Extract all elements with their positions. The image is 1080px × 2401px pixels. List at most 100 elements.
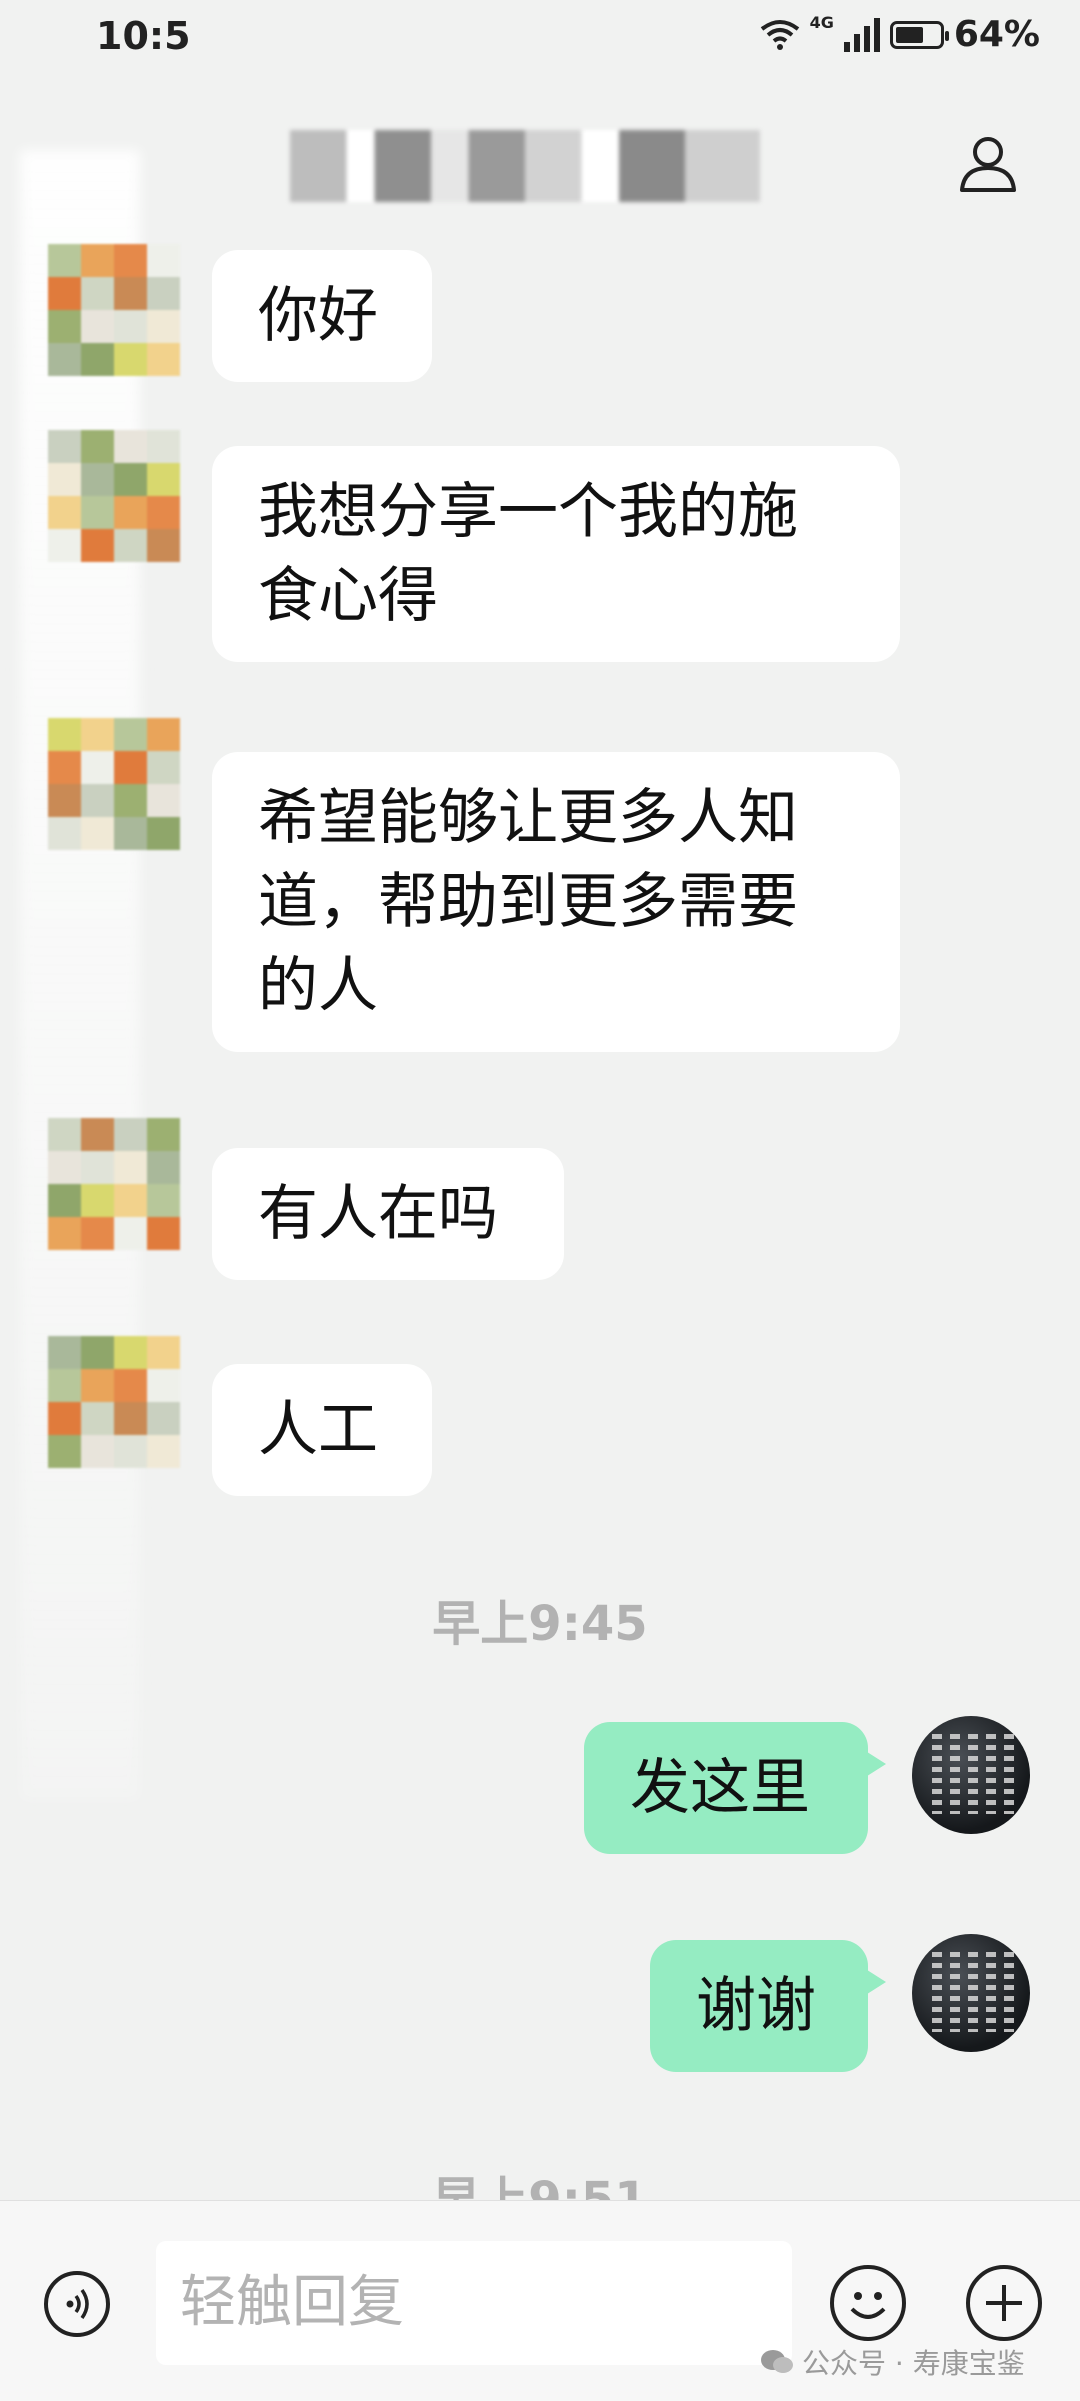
avatar-pixel (81, 817, 114, 850)
avatar[interactable] (48, 1336, 180, 1468)
avatar[interactable] (48, 244, 180, 376)
avatar-pixel (147, 751, 180, 784)
avatar-pixel (48, 1336, 81, 1369)
avatar-pixel (81, 1435, 114, 1468)
voice-icon[interactable] (44, 2271, 110, 2337)
status-icons: 4G 64% (760, 13, 1040, 55)
avatar-pixel (81, 1118, 114, 1151)
avatar-pixel (114, 343, 147, 376)
avatar-pixel (48, 343, 81, 376)
avatar[interactable] (48, 718, 180, 850)
avatar-pixel (114, 718, 147, 751)
avatar-pixel (81, 1151, 114, 1184)
avatar-pixel (48, 244, 81, 277)
avatar-pixel (147, 1435, 180, 1468)
avatar-pixel (81, 718, 114, 751)
my-avatar[interactable] (912, 1934, 1030, 2052)
avatar-pixel (81, 310, 114, 343)
avatar-pixel (114, 1402, 147, 1435)
message-bubble[interactable]: 我想分享一个我的施食心得 (212, 446, 900, 662)
battery-fill (895, 26, 923, 43)
avatar-pixel (147, 310, 180, 343)
avatar-pixel (48, 310, 81, 343)
wechat-icon (761, 2350, 793, 2373)
avatar-pixel (48, 751, 81, 784)
message-text: 谢谢 (696, 1971, 816, 2041)
message-text: 人工 (258, 1395, 378, 1465)
avatar-pixel (48, 529, 81, 562)
my-avatar[interactable] (912, 1716, 1030, 1834)
avatar-pixel (48, 817, 81, 850)
avatar-pixel (114, 1217, 147, 1250)
avatar[interactable] (48, 430, 180, 562)
avatar-pixel (81, 244, 114, 277)
message-text: 你好 (258, 281, 378, 351)
wifi-icon (760, 19, 799, 50)
message-text: 发这里 (630, 1753, 810, 1823)
avatar-pixel (81, 1402, 114, 1435)
avatar-pixel (147, 817, 180, 850)
avatar-pixel (48, 430, 81, 463)
avatar-pixel (147, 430, 180, 463)
avatar-pixel (114, 529, 147, 562)
avatar-pixel (81, 277, 114, 310)
plus-icon[interactable] (966, 2265, 1042, 2341)
avatar-pixel (114, 1118, 147, 1151)
message-text: 我想分享一个我的施食心得 (258, 477, 798, 631)
avatar-pixel (48, 718, 81, 751)
avatar-pixel (147, 784, 180, 817)
avatar-pixel (147, 1336, 180, 1369)
message-input[interactable]: 轻触回复 (156, 2241, 792, 2365)
avatar-pixel (114, 310, 147, 343)
avatar-pixel (114, 1336, 147, 1369)
message-bubble-outgoing[interactable]: 发这里 (584, 1722, 886, 1854)
avatar-pixel (147, 343, 180, 376)
avatar-pixel (48, 1151, 81, 1184)
battery-icon (889, 20, 949, 49)
avatar-pixel (81, 1217, 114, 1250)
message-text: 希望能够让更多人知道，帮助到更多需要的人 (258, 783, 798, 1021)
avatar-pixel (114, 1435, 147, 1468)
avatar-pixel (147, 463, 180, 496)
avatar-pixel (114, 430, 147, 463)
redaction-blur (20, 150, 140, 1800)
avatar-pixel (114, 463, 147, 496)
avatar-pixel (81, 463, 114, 496)
avatar-pixel (48, 496, 81, 529)
message-text: 有人在吗 (258, 1179, 498, 1249)
avatar-pixel (147, 1217, 180, 1250)
chat-title-redacted (290, 130, 760, 202)
avatar-pixel (147, 244, 180, 277)
avatar-pixel (147, 1369, 180, 1402)
watermark-text: 公众号 · 寿康宝鉴 (802, 2347, 1025, 2380)
avatar-pixel (81, 430, 114, 463)
emoji-icon[interactable] (830, 2265, 906, 2341)
timestamp: 早上9:45 (432, 1596, 648, 1652)
avatar-pixel (81, 496, 114, 529)
avatar-pixel (147, 1151, 180, 1184)
avatar-pixel (147, 496, 180, 529)
avatar-pixel (48, 463, 81, 496)
signal-icon (843, 17, 880, 52)
avatar-pixel (147, 718, 180, 751)
avatar[interactable] (48, 1118, 180, 1250)
avatar-pixel (48, 1184, 81, 1217)
avatar-pixel (48, 1435, 81, 1468)
message-bubble[interactable]: 希望能够让更多人知道，帮助到更多需要的人 (212, 752, 900, 1052)
avatar-pixel (147, 1402, 180, 1435)
message-bubble[interactable]: 你好 (212, 250, 432, 382)
message-bubble[interactable]: 有人在吗 (212, 1148, 564, 1280)
avatar-pixel (81, 1184, 114, 1217)
avatar-pixel (114, 496, 147, 529)
user-icon[interactable] (956, 130, 1020, 194)
avatar-pixel (48, 1369, 81, 1402)
message-bubble-outgoing[interactable]: 谢谢 (650, 1940, 886, 2072)
network-type: 4G (809, 13, 834, 32)
avatar-pixel (114, 751, 147, 784)
message-bubble[interactable]: 人工 (212, 1364, 432, 1496)
status-bar: 10:5 4G 64% (0, 0, 1080, 80)
avatar-pixel (114, 817, 147, 850)
avatar-pixel (114, 1369, 147, 1402)
avatar-pixel (114, 277, 147, 310)
avatar-pixel (81, 784, 114, 817)
